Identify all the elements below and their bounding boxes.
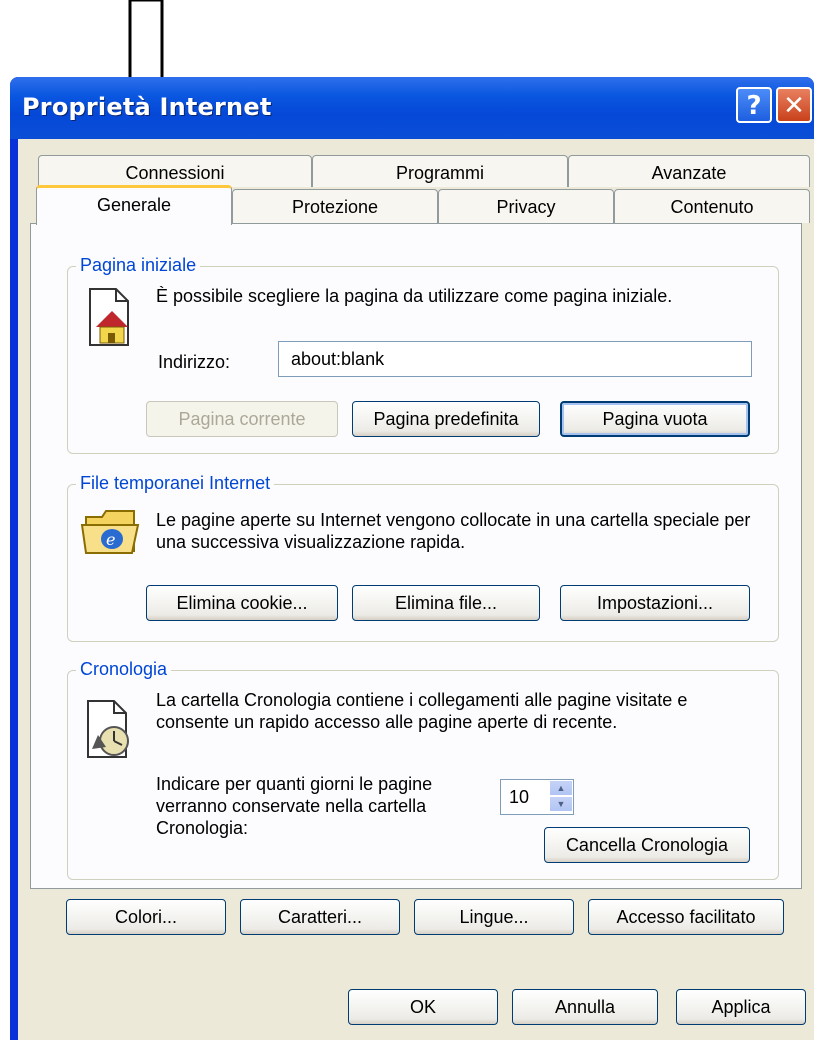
spinner-down-icon[interactable]: ▼: [549, 796, 573, 812]
cancel-button[interactable]: Annulla: [512, 989, 658, 1025]
delete-cookies-button[interactable]: Elimina cookie...: [146, 585, 338, 621]
temp-files-group-title: File temporanei Internet: [76, 473, 275, 494]
accessibility-button[interactable]: Accesso facilitato: [588, 899, 784, 935]
apply-button[interactable]: Applica: [676, 989, 806, 1025]
temp-files-description: Le pagine aperte su Internet vengono col…: [156, 510, 751, 552]
history-days-spinner[interactable]: 10 ▲ ▼: [500, 779, 574, 815]
window-title: Proprietà Internet: [22, 93, 272, 121]
address-input[interactable]: about:blank: [278, 341, 752, 377]
fonts-button[interactable]: Caratteri...: [240, 899, 400, 935]
ie-folder-icon: e: [80, 510, 140, 554]
tab-avanzate[interactable]: Avanzate: [568, 155, 810, 187]
internet-properties-window: Proprietà Internet ? ✕ Connessioni Progr…: [10, 77, 814, 1040]
svg-text:e: e: [106, 530, 115, 549]
home-page-description: È possibile scegliere la pagina da utili…: [156, 286, 673, 306]
home-page-group: Pagina iniziale È possibile scegliere la…: [67, 255, 779, 454]
spinner-up-icon[interactable]: ▲: [549, 780, 573, 796]
tab-generale[interactable]: Generale: [36, 185, 232, 225]
home-page-group-title: Pagina iniziale: [76, 255, 201, 276]
help-button[interactable]: ?: [736, 87, 772, 123]
current-page-button[interactable]: Pagina corrente: [146, 401, 338, 437]
title-bar[interactable]: Proprietà Internet ? ✕: [10, 77, 814, 139]
history-days-label: Indicare per quanti giorni le pagine ver…: [156, 774, 433, 838]
tab-protezione[interactable]: Protezione: [232, 189, 438, 223]
delete-files-button[interactable]: Elimina file...: [352, 585, 540, 621]
blank-page-button[interactable]: Pagina vuota: [560, 401, 750, 437]
dialog-client-area: Connessioni Programmi Avanzate Generale …: [18, 139, 814, 1040]
tab-programmi[interactable]: Programmi: [312, 155, 568, 187]
spinner-arrows[interactable]: ▲ ▼: [549, 780, 573, 814]
general-tab-panel: Pagina iniziale È possibile scegliere la…: [30, 223, 802, 889]
tab-contenuto[interactable]: Contenuto: [614, 189, 810, 223]
ok-button[interactable]: OK: [348, 989, 498, 1025]
history-icon: [87, 700, 129, 758]
clear-history-button[interactable]: Cancella Cronologia: [544, 827, 750, 863]
home-page-icon: [89, 288, 129, 346]
temp-files-group: File temporanei Internet e Le pagine ape…: [67, 473, 779, 642]
tab-privacy[interactable]: Privacy: [438, 189, 614, 223]
history-days-value: 10: [509, 787, 530, 807]
history-description: La cartella Cronologia contiene i colleg…: [156, 690, 688, 732]
close-button[interactable]: ✕: [776, 87, 812, 123]
history-group: Cronologia La cartella Cronologia contie…: [67, 659, 779, 880]
address-label: Indirizzo:: [158, 352, 231, 372]
tab-connessioni[interactable]: Connessioni: [38, 155, 312, 187]
temp-files-settings-button[interactable]: Impostazioni...: [560, 585, 750, 621]
default-page-button[interactable]: Pagina predefinita: [352, 401, 540, 437]
languages-button[interactable]: Lingue...: [414, 899, 574, 935]
colors-button[interactable]: Colori...: [66, 899, 226, 935]
history-group-title: Cronologia: [76, 659, 172, 680]
